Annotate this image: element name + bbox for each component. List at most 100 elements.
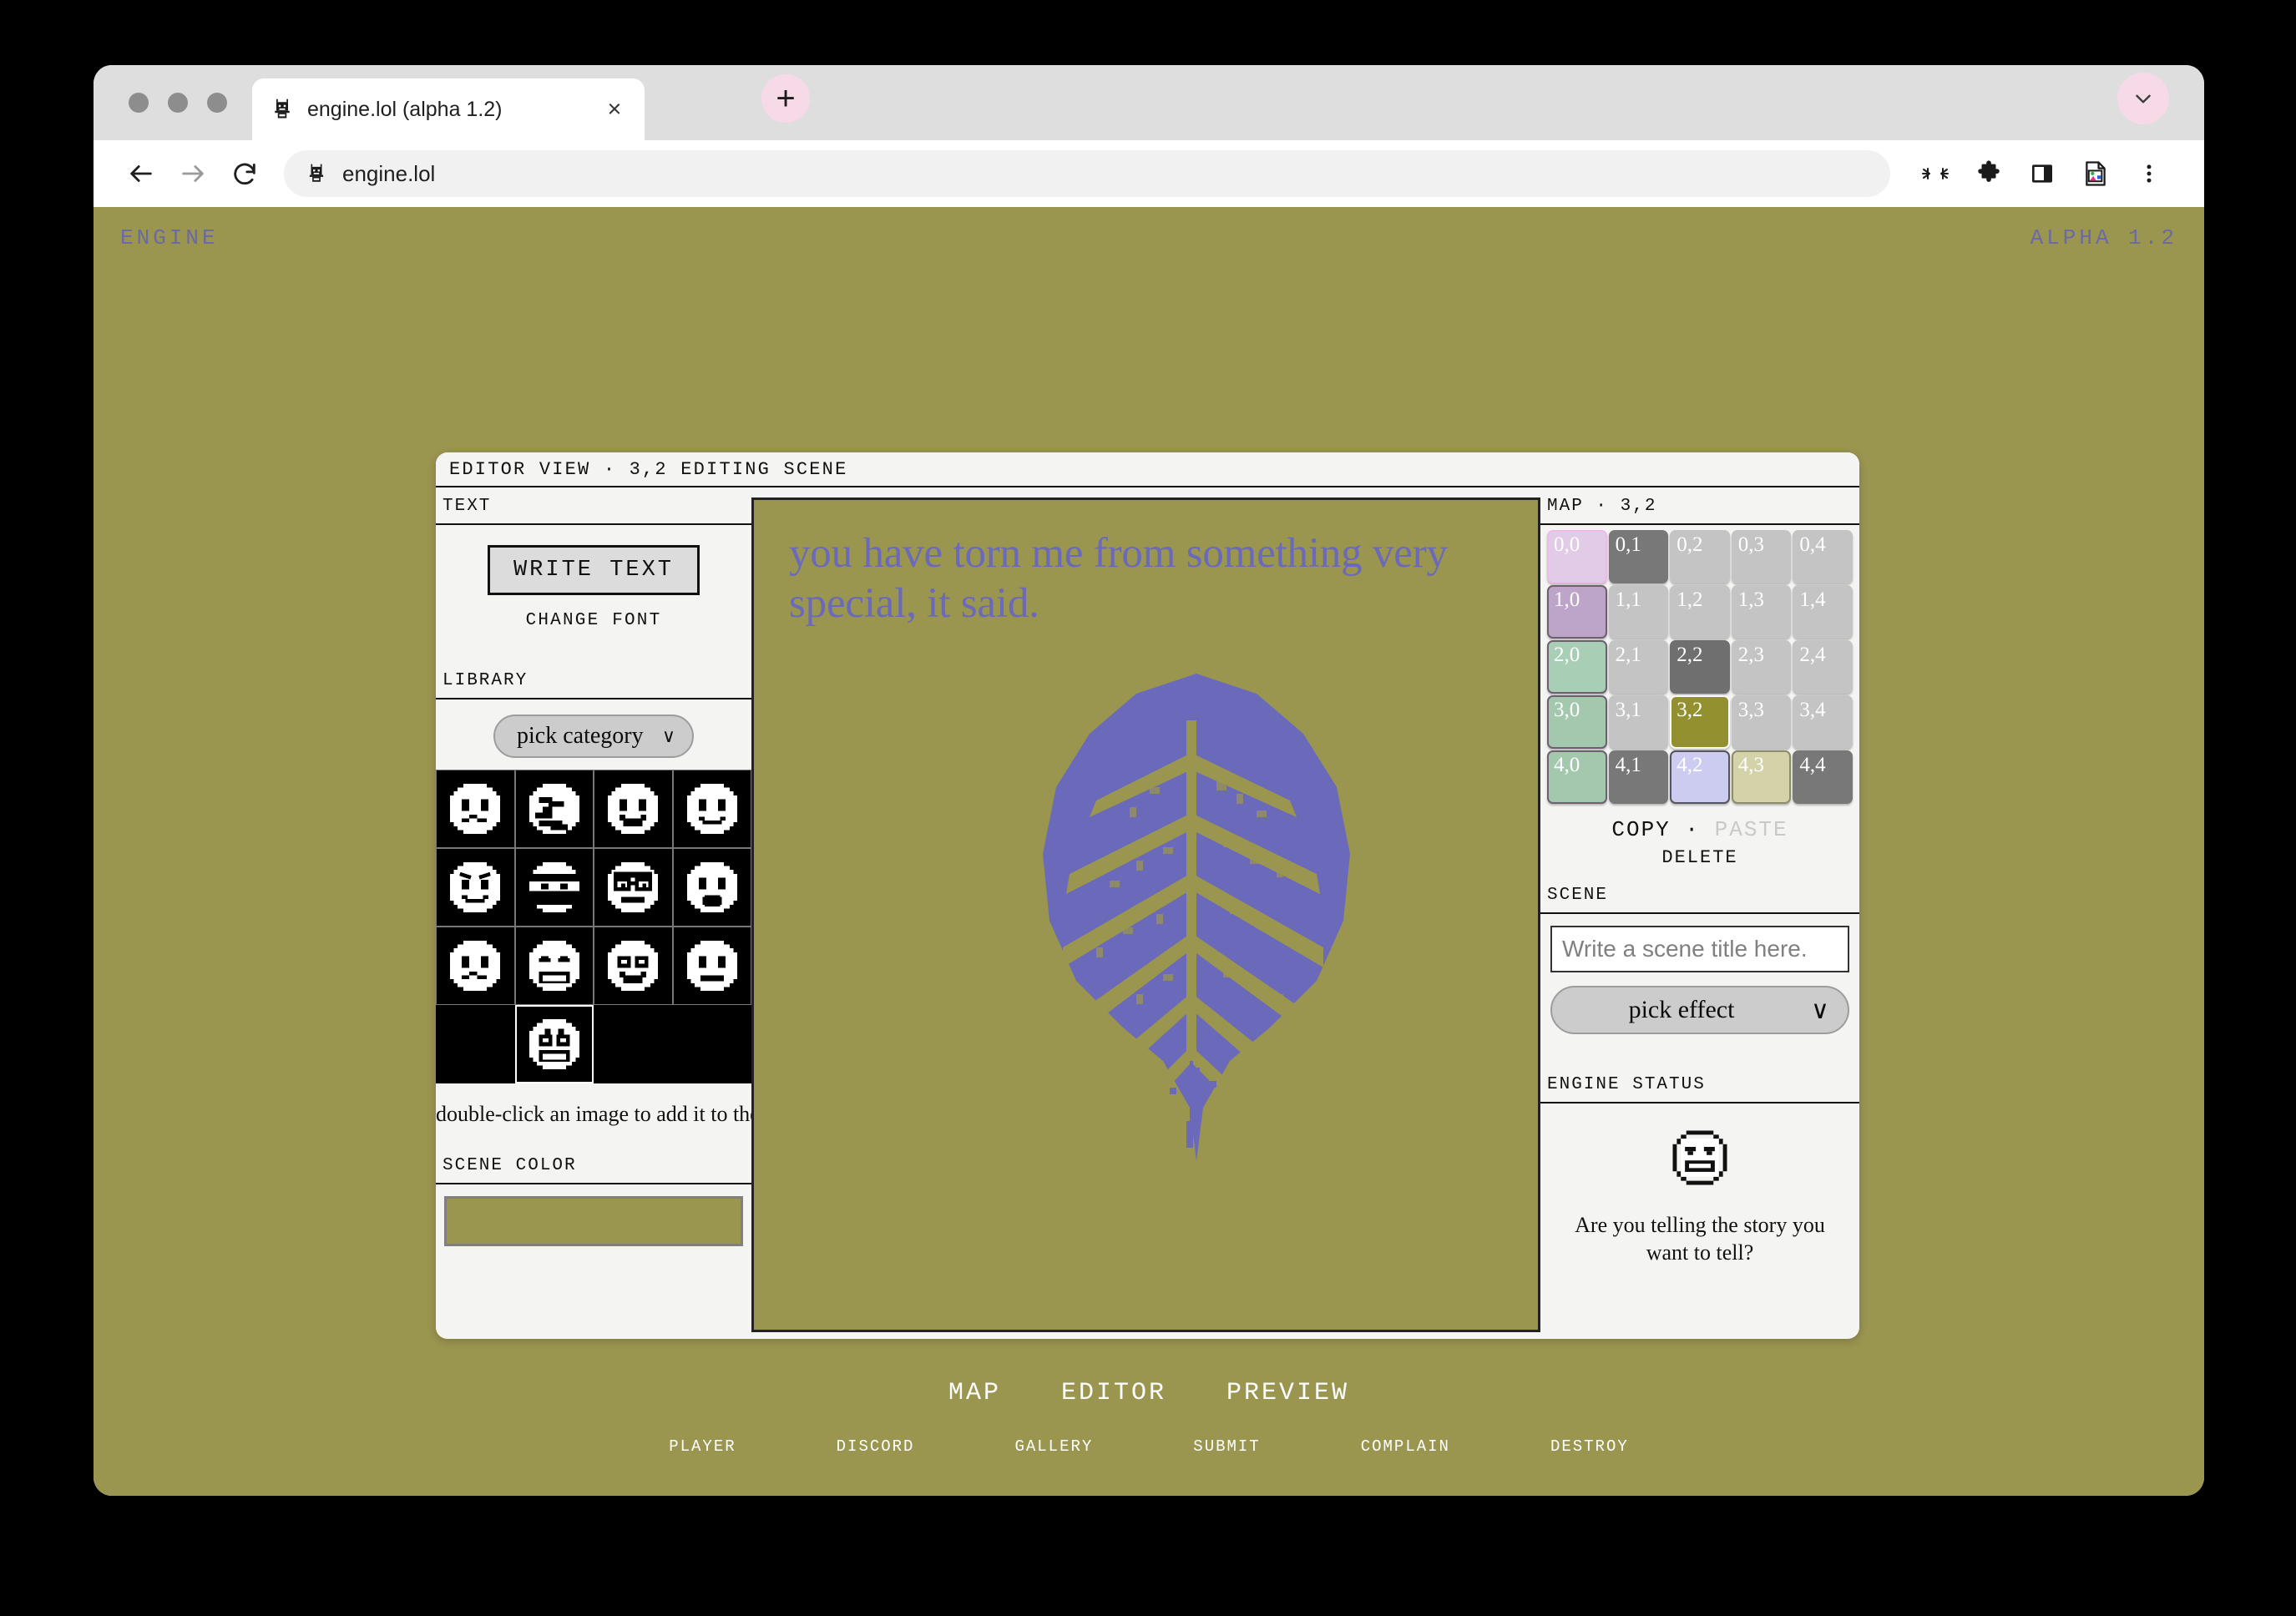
copy-button[interactable]: COPY bbox=[1611, 817, 1670, 842]
map-cell-3-2-current[interactable]: 3,2 bbox=[1670, 695, 1730, 749]
map-cell-0-4[interactable]: 0,4 bbox=[1793, 530, 1853, 583]
close-tab-icon[interactable]: × bbox=[598, 97, 631, 122]
address-bar[interactable]: engine.lol bbox=[284, 150, 1890, 197]
footer-link-complain[interactable]: COMPLAIN bbox=[1361, 1437, 1450, 1456]
map-cell-2-2[interactable]: 2,2 bbox=[1670, 640, 1730, 694]
side-panel-button[interactable] bbox=[2015, 147, 2069, 200]
map-cell-3-3[interactable]: 3,3 bbox=[1731, 695, 1792, 749]
map-cell-2-1[interactable]: 2,1 bbox=[1608, 640, 1669, 694]
footer-link-gallery[interactable]: GALLERY bbox=[1014, 1437, 1093, 1456]
dithered-leaf[interactable] bbox=[1029, 667, 1363, 1168]
library-item-anxious-face[interactable] bbox=[594, 770, 673, 848]
reload-button[interactable] bbox=[219, 148, 271, 199]
back-button[interactable] bbox=[115, 148, 167, 199]
library-item-worried-face[interactable] bbox=[436, 770, 515, 848]
library-slot-empty bbox=[436, 1005, 515, 1083]
library-item-ninja-face[interactable] bbox=[514, 848, 594, 927]
footer-link-player[interactable]: PLAYER bbox=[669, 1437, 736, 1456]
maximize-window-dot[interactable] bbox=[207, 93, 227, 113]
close-window-dot[interactable] bbox=[129, 93, 149, 113]
engine-status-label: ENGINE STATUS bbox=[1540, 1066, 1859, 1103]
footer-link-preview[interactable]: PREVIEW bbox=[1226, 1379, 1349, 1407]
map-cell-4-4[interactable]: 4,4 bbox=[1793, 750, 1853, 804]
tab-search-chevron-down-icon[interactable] bbox=[2117, 73, 2169, 124]
scene-color-swatch[interactable] bbox=[444, 1196, 743, 1246]
page-footer: MAP EDITOR PREVIEW PLAYER DISCORD GALLERY SUB… bbox=[94, 1379, 2204, 1456]
text-section-label: TEXT bbox=[436, 487, 751, 525]
map-cell-1-0[interactable]: 1,0 bbox=[1547, 585, 1607, 639]
map-cell-1-4[interactable]: 1,4 bbox=[1793, 585, 1853, 639]
map-cell-3-0[interactable]: 3,0 bbox=[1547, 695, 1607, 749]
copy-paste-row: COPY · PASTE bbox=[1540, 811, 1859, 842]
map-cell-4-2[interactable]: 4,2 bbox=[1670, 750, 1730, 804]
map-cell-1-3[interactable]: 1,3 bbox=[1731, 585, 1792, 639]
reload-icon bbox=[234, 163, 255, 185]
scene-canvas[interactable]: you have torn me from something very spe… bbox=[751, 497, 1540, 1332]
copy-paste-separator: · bbox=[1685, 817, 1700, 842]
library-item-frowning-face[interactable] bbox=[672, 770, 751, 848]
scene-title-input[interactable] bbox=[1550, 926, 1849, 972]
delete-button[interactable]: DELETE bbox=[1540, 842, 1859, 868]
map-cell-1-2[interactable]: 1,2 bbox=[1670, 585, 1730, 639]
library-item-smiling-face[interactable] bbox=[514, 1005, 594, 1083]
footer-link-discord[interactable]: DISCORD bbox=[837, 1437, 915, 1456]
map-grid: 0,0 0,1 0,2 0,3 0,4 1,0 1,1 1,2 1,3 1,4 2,0 2,1 2,2 2… bbox=[1540, 525, 1859, 811]
sparkle-icon[interactable] bbox=[1909, 147, 1962, 200]
puzzle-piece-icon bbox=[1978, 160, 2000, 182]
library-item-nerd-face[interactable] bbox=[594, 848, 673, 927]
new-tab-button[interactable]: + bbox=[761, 74, 810, 123]
chevron-down-icon: ∨ bbox=[661, 725, 675, 746]
footer-link-editor[interactable]: EDITOR bbox=[1061, 1379, 1166, 1407]
scene-text[interactable]: you have torn me from something very spe… bbox=[789, 528, 1524, 629]
map-cell-4-3[interactable]: 4,3 bbox=[1731, 750, 1792, 804]
browser-menu-button[interactable] bbox=[2122, 147, 2176, 200]
map-cell-4-0[interactable]: 4,0 bbox=[1547, 750, 1607, 804]
map-cell-0-0[interactable]: 0,0 bbox=[1547, 530, 1607, 583]
change-font-link[interactable]: CHANGE FONT bbox=[436, 611, 751, 630]
library-grid bbox=[436, 770, 751, 1083]
map-cell-3-4[interactable]: 3,4 bbox=[1793, 695, 1853, 749]
footer-link-submit[interactable]: SUBMIT bbox=[1193, 1437, 1260, 1456]
extensions-button[interactable] bbox=[1962, 147, 2015, 200]
scene-color-wrap bbox=[436, 1184, 751, 1260]
library-item-grinning-face[interactable] bbox=[514, 927, 594, 1005]
library-hint: double-click an image to add it to the s… bbox=[436, 1083, 751, 1135]
left-panel: TEXT WRITE TEXT CHANGE FONT LIBRARY pick… bbox=[436, 487, 751, 1339]
map-cell-2-4[interactable]: 2,4 bbox=[1793, 640, 1853, 694]
map-cell-1-1[interactable]: 1,1 bbox=[1608, 585, 1669, 639]
paste-button[interactable]: PASTE bbox=[1715, 817, 1788, 842]
footer-secondary-nav: PLAYER DISCORD GALLERY SUBMIT COMPLAIN DESTRO… bbox=[94, 1437, 2204, 1456]
library-item-shocked-face[interactable] bbox=[594, 927, 673, 1005]
map-cell-0-2[interactable]: 0,2 bbox=[1670, 530, 1730, 583]
editor-titlebar: EDITOR VIEW · 3,2 EDITING SCENE bbox=[436, 452, 1859, 487]
forward-button[interactable] bbox=[167, 148, 219, 199]
map-cell-2-0[interactable]: 2,0 bbox=[1547, 640, 1607, 694]
map-cell-0-3[interactable]: 0,3 bbox=[1731, 530, 1792, 583]
text-tools: WRITE TEXT CHANGE FONT bbox=[436, 525, 751, 647]
map-cell-3-1[interactable]: 3,1 bbox=[1608, 695, 1669, 749]
tab-strip: engine.lol (alpha 1.2) × + bbox=[94, 65, 2204, 140]
pick-category-select[interactable]: pick category ∨ bbox=[493, 715, 694, 758]
window-controls[interactable] bbox=[129, 93, 227, 113]
side-panel-icon bbox=[2032, 164, 2052, 183]
footer-link-destroy[interactable]: DESTROY bbox=[1550, 1437, 1629, 1456]
page-header: ENGINE ALPHA 1.2 bbox=[94, 225, 2204, 259]
library-item-neutral-face[interactable] bbox=[672, 927, 751, 1005]
library-item-surprised-face[interactable] bbox=[672, 848, 751, 927]
footer-link-map[interactable]: MAP bbox=[948, 1379, 1001, 1407]
map-section-label: MAP · 3,2 bbox=[1540, 487, 1859, 525]
write-text-button[interactable]: WRITE TEXT bbox=[487, 545, 700, 595]
media-capture-button[interactable] bbox=[2069, 147, 2122, 200]
browser-tab[interactable]: engine.lol (alpha 1.2) × bbox=[252, 78, 645, 140]
map-cell-4-1[interactable]: 4,1 bbox=[1608, 750, 1669, 804]
library-item-confounded-face[interactable] bbox=[436, 927, 515, 1005]
map-cell-2-3[interactable]: 2,3 bbox=[1731, 640, 1792, 694]
scene-section-label: SCENE bbox=[1540, 876, 1859, 914]
map-cell-0-1[interactable]: 0,1 bbox=[1608, 530, 1669, 583]
pick-effect-select[interactable]: pick effect ∨ bbox=[1550, 986, 1849, 1034]
library-item-distorted-face[interactable] bbox=[514, 770, 594, 848]
tab-title: engine.lol (alpha 1.2) bbox=[307, 97, 503, 121]
minimize-window-dot[interactable] bbox=[168, 93, 188, 113]
library-item-angry-face[interactable] bbox=[436, 848, 515, 927]
engine-robot-favicon-small bbox=[309, 164, 324, 182]
